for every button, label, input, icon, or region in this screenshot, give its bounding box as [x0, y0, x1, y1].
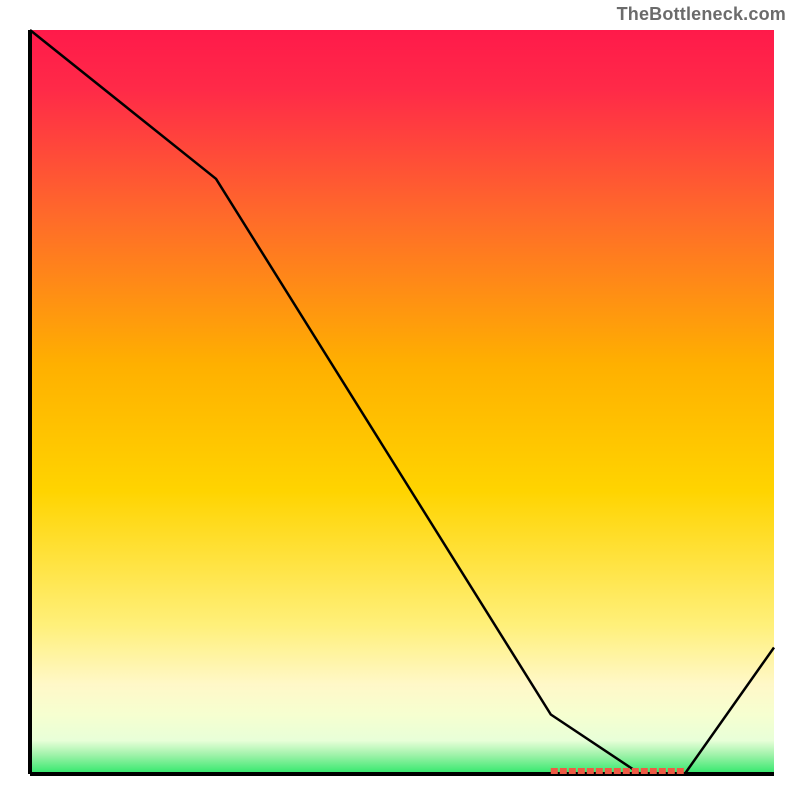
bottleneck-chart: [24, 28, 776, 780]
chart-background: [30, 30, 774, 774]
attribution-text: TheBottleneck.com: [617, 4, 786, 25]
chart-svg: [24, 28, 776, 780]
